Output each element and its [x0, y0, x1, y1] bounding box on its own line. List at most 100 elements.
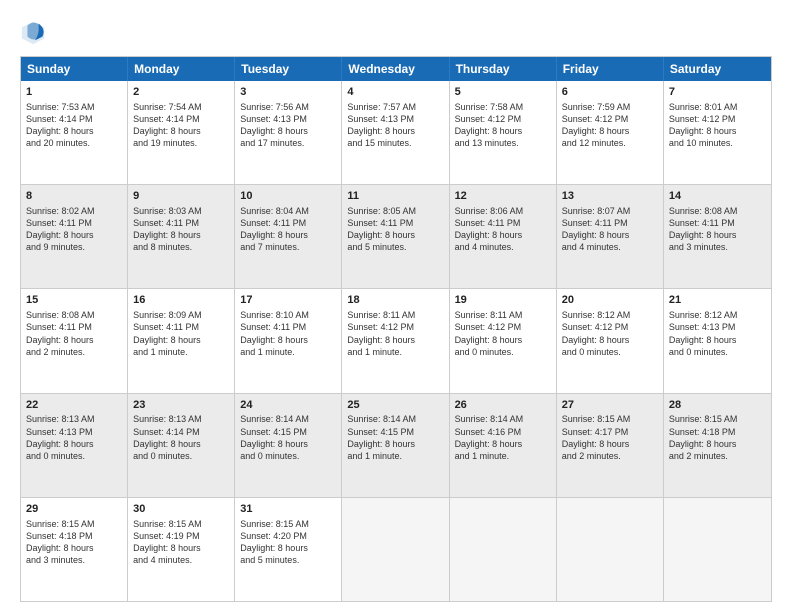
day-info-line: Sunrise: 8:07 AM: [562, 205, 658, 217]
day-number: 3: [240, 85, 336, 100]
day-info-line: Daylight: 8 hours: [562, 229, 658, 241]
day-info-line: Sunrise: 8:14 AM: [455, 413, 551, 425]
day-info-line: and 2 minutes.: [562, 450, 658, 462]
day-info-line: Daylight: 8 hours: [240, 334, 336, 346]
day-info-line: and 3 minutes.: [26, 554, 122, 566]
day-info-line: Sunset: 4:17 PM: [562, 426, 658, 438]
day-number: 13: [562, 189, 658, 204]
day-cell-21: 21Sunrise: 8:12 AMSunset: 4:13 PMDayligh…: [664, 289, 771, 392]
day-info-line: Sunrise: 8:12 AM: [669, 309, 766, 321]
day-info-line: Sunset: 4:13 PM: [669, 321, 766, 333]
day-info-line: and 19 minutes.: [133, 137, 229, 149]
calendar-row-2: 8Sunrise: 8:02 AMSunset: 4:11 PMDaylight…: [21, 185, 771, 289]
day-cell-8: 8Sunrise: 8:02 AMSunset: 4:11 PMDaylight…: [21, 185, 128, 288]
calendar-row-5: 29Sunrise: 8:15 AMSunset: 4:18 PMDayligh…: [21, 498, 771, 601]
day-info-line: Sunset: 4:11 PM: [347, 217, 443, 229]
calendar: SundayMondayTuesdayWednesdayThursdayFrid…: [20, 56, 772, 602]
calendar-row-1: 1Sunrise: 7:53 AMSunset: 4:14 PMDaylight…: [21, 81, 771, 185]
day-info-line: and 17 minutes.: [240, 137, 336, 149]
day-info-line: Sunset: 4:12 PM: [669, 113, 766, 125]
day-info-line: Sunrise: 8:15 AM: [562, 413, 658, 425]
day-info-line: Daylight: 8 hours: [240, 229, 336, 241]
day-info-line: and 5 minutes.: [347, 241, 443, 253]
day-info-line: Daylight: 8 hours: [562, 334, 658, 346]
day-info-line: Sunset: 4:14 PM: [133, 113, 229, 125]
day-number: 6: [562, 85, 658, 100]
day-info-line: Daylight: 8 hours: [26, 334, 122, 346]
day-info-line: Sunset: 4:13 PM: [240, 113, 336, 125]
day-info-line: Sunrise: 8:12 AM: [562, 309, 658, 321]
day-info-line: Daylight: 8 hours: [562, 438, 658, 450]
header: [20, 18, 772, 46]
day-number: 30: [133, 502, 229, 517]
day-cell-28: 28Sunrise: 8:15 AMSunset: 4:18 PMDayligh…: [664, 394, 771, 497]
day-number: 20: [562, 293, 658, 308]
day-number: 26: [455, 398, 551, 413]
day-info-line: and 10 minutes.: [669, 137, 766, 149]
day-info-line: and 1 minute.: [455, 450, 551, 462]
day-info-line: Sunrise: 8:05 AM: [347, 205, 443, 217]
day-info-line: Daylight: 8 hours: [455, 334, 551, 346]
calendar-row-4: 22Sunrise: 8:13 AMSunset: 4:13 PMDayligh…: [21, 394, 771, 498]
day-number: 16: [133, 293, 229, 308]
day-info-line: and 4 minutes.: [562, 241, 658, 253]
day-info-line: Daylight: 8 hours: [347, 334, 443, 346]
day-info-line: Daylight: 8 hours: [133, 542, 229, 554]
day-info-line: and 0 minutes.: [455, 346, 551, 358]
weekday-header-saturday: Saturday: [664, 57, 771, 81]
day-info-line: Sunset: 4:11 PM: [240, 217, 336, 229]
day-info-line: Sunrise: 7:58 AM: [455, 101, 551, 113]
day-number: 2: [133, 85, 229, 100]
day-info-line: Sunrise: 7:59 AM: [562, 101, 658, 113]
day-number: 12: [455, 189, 551, 204]
calendar-body: 1Sunrise: 7:53 AMSunset: 4:14 PMDaylight…: [21, 81, 771, 601]
day-info-line: Daylight: 8 hours: [133, 229, 229, 241]
day-number: 1: [26, 85, 122, 100]
empty-cell: [450, 498, 557, 601]
day-info-line: Sunset: 4:12 PM: [562, 321, 658, 333]
day-info-line: Sunrise: 8:15 AM: [26, 518, 122, 530]
day-info-line: and 8 minutes.: [133, 241, 229, 253]
day-info-line: Sunrise: 8:11 AM: [455, 309, 551, 321]
day-info-line: Sunset: 4:12 PM: [455, 321, 551, 333]
day-number: 7: [669, 85, 766, 100]
day-info-line: and 5 minutes.: [240, 554, 336, 566]
day-info-line: Sunset: 4:11 PM: [133, 217, 229, 229]
day-cell-23: 23Sunrise: 8:13 AMSunset: 4:14 PMDayligh…: [128, 394, 235, 497]
day-info-line: Sunrise: 7:53 AM: [26, 101, 122, 113]
day-info-line: and 15 minutes.: [347, 137, 443, 149]
day-info-line: Daylight: 8 hours: [455, 229, 551, 241]
day-info-line: Daylight: 8 hours: [133, 334, 229, 346]
day-cell-2: 2Sunrise: 7:54 AMSunset: 4:14 PMDaylight…: [128, 81, 235, 184]
day-info-line: Sunrise: 8:11 AM: [347, 309, 443, 321]
day-info-line: Sunset: 4:16 PM: [455, 426, 551, 438]
day-cell-3: 3Sunrise: 7:56 AMSunset: 4:13 PMDaylight…: [235, 81, 342, 184]
day-info-line: and 13 minutes.: [455, 137, 551, 149]
day-number: 17: [240, 293, 336, 308]
day-cell-19: 19Sunrise: 8:11 AMSunset: 4:12 PMDayligh…: [450, 289, 557, 392]
day-info-line: Sunrise: 8:15 AM: [669, 413, 766, 425]
day-info-line: and 2 minutes.: [669, 450, 766, 462]
day-number: 21: [669, 293, 766, 308]
day-info-line: Sunset: 4:14 PM: [133, 426, 229, 438]
day-number: 31: [240, 502, 336, 517]
day-info-line: and 1 minute.: [347, 346, 443, 358]
day-cell-5: 5Sunrise: 7:58 AMSunset: 4:12 PMDaylight…: [450, 81, 557, 184]
day-info-line: Sunrise: 8:03 AM: [133, 205, 229, 217]
day-info-line: Sunrise: 8:08 AM: [669, 205, 766, 217]
day-info-line: Sunset: 4:14 PM: [26, 113, 122, 125]
day-info-line: Sunrise: 8:02 AM: [26, 205, 122, 217]
day-info-line: Daylight: 8 hours: [133, 438, 229, 450]
day-cell-16: 16Sunrise: 8:09 AMSunset: 4:11 PMDayligh…: [128, 289, 235, 392]
empty-cell: [342, 498, 449, 601]
day-info-line: and 3 minutes.: [669, 241, 766, 253]
day-info-line: Sunset: 4:13 PM: [347, 113, 443, 125]
empty-cell: [664, 498, 771, 601]
day-info-line: Sunrise: 8:08 AM: [26, 309, 122, 321]
day-info-line: and 4 minutes.: [455, 241, 551, 253]
day-number: 18: [347, 293, 443, 308]
day-cell-15: 15Sunrise: 8:08 AMSunset: 4:11 PMDayligh…: [21, 289, 128, 392]
day-number: 28: [669, 398, 766, 413]
empty-cell: [557, 498, 664, 601]
day-number: 5: [455, 85, 551, 100]
